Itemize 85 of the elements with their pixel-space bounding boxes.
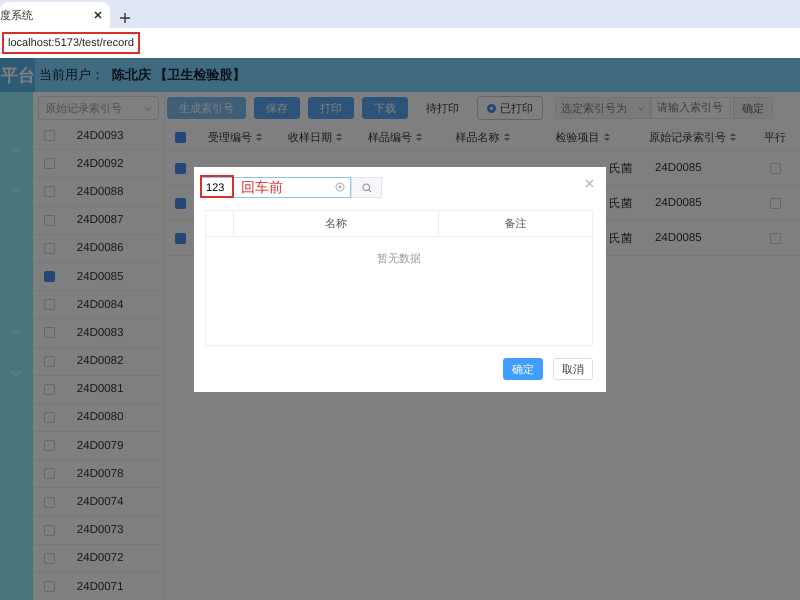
- index-item[interactable]: 24D0083: [76, 326, 124, 339]
- column-header: 名称: [233, 211, 438, 236]
- checkbox[interactable]: [174, 198, 186, 208]
- checkbox[interactable]: [44, 242, 55, 254]
- chevron-down-icon[interactable]: [11, 328, 22, 334]
- index-item[interactable]: 24D0074: [76, 496, 124, 508]
- table-cell: 24D0085: [655, 162, 702, 174]
- checkbox[interactable]: [44, 327, 55, 338]
- checkbox[interactable]: [174, 162, 186, 174]
- user-label: 当前用户：: [39, 66, 104, 84]
- checkbox[interactable]: [44, 271, 55, 282]
- annotation-text: 回车前: [241, 179, 283, 197]
- checkbox[interactable]: [44, 468, 55, 480]
- browser-tab[interactable]: 度系统: [0, 2, 110, 28]
- index-item[interactable]: 24D0088: [76, 186, 124, 198]
- checkbox[interactable]: [770, 198, 780, 208]
- checkbox[interactable]: [44, 158, 55, 170]
- column-header[interactable]: 样品名称: [456, 130, 500, 144]
- column-header[interactable]: 收样日期: [288, 130, 332, 144]
- index-item[interactable]: 24D0082: [76, 355, 124, 368]
- column-header[interactable]: 检验项目: [556, 130, 600, 144]
- index-item[interactable]: 24D0081: [76, 383, 124, 396]
- search-icon: [362, 182, 372, 192]
- column-header[interactable]: 平行: [764, 130, 786, 144]
- caret-icon: [144, 106, 152, 110]
- sort-icon[interactable]: [730, 132, 736, 142]
- index-item[interactable]: 24D0071: [76, 580, 124, 593]
- table-cell: 24D0085: [655, 232, 702, 244]
- sort-icon[interactable]: [416, 132, 422, 142]
- index-item[interactable]: 24D0073: [76, 524, 124, 536]
- caret-icon: [637, 106, 645, 110]
- user-name: 陈北庆 【卫生检验股】: [112, 66, 246, 84]
- checkbox[interactable]: [44, 384, 55, 395]
- column-header[interactable]: 样品编号: [368, 130, 412, 144]
- dialog-button[interactable]: 确定: [503, 358, 543, 380]
- close-icon[interactable]: [94, 11, 102, 19]
- column-header[interactable]: 受理编号: [208, 130, 252, 144]
- table-cell-text: 氏菌: [609, 196, 633, 210]
- index-item[interactable]: 24D0079: [76, 440, 124, 452]
- checkbox[interactable]: [44, 299, 55, 310]
- index-item[interactable]: 24D0092: [76, 158, 124, 170]
- index-item[interactable]: 24D0087: [76, 214, 124, 226]
- checkbox[interactable]: [770, 162, 780, 174]
- print-filter-radio[interactable]: 已打印: [477, 96, 543, 120]
- column-header[interactable]: 原始记录索引号: [649, 130, 726, 144]
- chevron-down-icon[interactable]: [11, 370, 22, 376]
- sort-icon[interactable]: [256, 132, 262, 142]
- checkbox[interactable]: [44, 552, 55, 564]
- index-item[interactable]: 24D0078: [76, 468, 124, 480]
- checkbox[interactable]: [44, 214, 55, 226]
- checkbox[interactable]: [44, 186, 55, 198]
- search-button[interactable]: [351, 177, 382, 198]
- checkbox[interactable]: [44, 524, 55, 536]
- table-cell-text: 氏菌: [609, 162, 633, 176]
- column-header: 备注: [438, 211, 592, 236]
- url-field[interactable]: localhost:5173/test/record: [2, 32, 140, 54]
- index-item[interactable]: 24D0080: [76, 411, 124, 424]
- checkbox[interactable]: [770, 232, 780, 244]
- checkbox[interactable]: [44, 356, 55, 367]
- dialog-button[interactable]: 取消: [553, 358, 593, 380]
- index-item[interactable]: 24D0084: [76, 298, 124, 311]
- checkbox[interactable]: [44, 581, 55, 592]
- index-item[interactable]: 24D0086: [76, 242, 124, 254]
- checkbox[interactable]: [44, 412, 55, 423]
- clear-icon[interactable]: [335, 182, 345, 192]
- chevron-down-icon[interactable]: [11, 148, 22, 154]
- plus-icon[interactable]: [120, 13, 130, 23]
- table-cell-text: 氏菌: [609, 232, 633, 246]
- index-item[interactable]: 24D0085: [76, 270, 124, 283]
- checkbox[interactable]: [44, 440, 55, 452]
- checkbox[interactable]: [44, 130, 55, 142]
- checkbox[interactable]: [174, 232, 186, 244]
- index-item[interactable]: 24D0093: [76, 130, 124, 142]
- sort-icon[interactable]: [336, 132, 342, 142]
- index-input[interactable]: 请输入索引号: [651, 97, 731, 119]
- logo-text: 平台: [0, 58, 35, 92]
- checkbox[interactable]: [44, 496, 55, 508]
- checkbox[interactable]: [174, 132, 186, 142]
- sort-icon[interactable]: [604, 132, 610, 142]
- index-item[interactable]: 24D0072: [76, 552, 124, 564]
- table-cell: 24D0085: [655, 197, 702, 209]
- annotation-box: [200, 175, 234, 198]
- chevron-up-icon[interactable]: [11, 188, 22, 194]
- empty-text: 暂无数据: [377, 252, 421, 266]
- sort-icon[interactable]: [504, 132, 510, 142]
